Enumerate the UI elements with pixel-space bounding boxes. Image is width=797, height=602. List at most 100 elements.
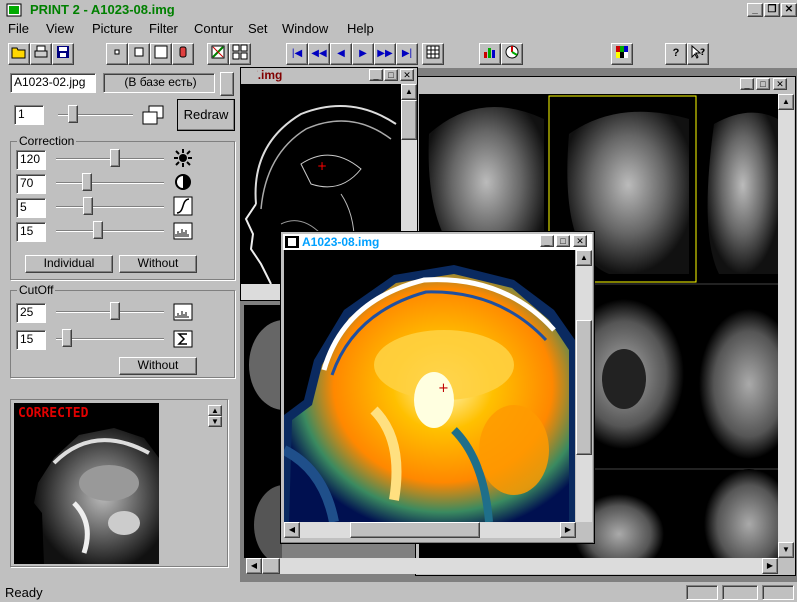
frame-medium-icon[interactable] (128, 43, 150, 65)
grid-hscroll[interactable] (246, 558, 778, 574)
contrast-slider-thumb[interactable] (82, 173, 93, 191)
back-button[interactable]: ◀ (330, 43, 352, 65)
frame-slider-thumb[interactable] (68, 105, 78, 123)
svg-text:+: + (317, 159, 327, 173)
left-thumbnail-strip (244, 305, 282, 558)
correction-without-button[interactable]: Without (119, 255, 197, 273)
restore-button[interactable]: ❐ (764, 3, 780, 17)
svg-text:+: + (438, 381, 449, 396)
window-title: PRINT 2 - A1023-08.img (30, 2, 175, 17)
film-icon (285, 236, 299, 251)
back-window-maximize[interactable]: □ (384, 69, 398, 81)
panel-scroll-handle[interactable] (220, 72, 234, 96)
grid-window-minimize[interactable]: _ (740, 78, 754, 90)
cutoff-without-button[interactable]: Without (119, 357, 197, 375)
gamma-curve-icon (173, 196, 193, 219)
sharpness-slider-thumb[interactable] (93, 221, 104, 239)
redraw-button[interactable]: Redraw (177, 99, 235, 131)
front-hscroll-left[interactable]: ◀ (284, 522, 300, 538)
menu-view[interactable]: View (46, 21, 74, 36)
title-bar: PRINT 2 - A1023-08.img _ ❐ ✕ (0, 0, 797, 20)
cutoff-low-slider-thumb[interactable] (109, 302, 120, 320)
back-vscroll-up[interactable]: ▲ (401, 84, 417, 100)
back-vscroll-thumb[interactable] (401, 100, 417, 140)
hand-tool-icon[interactable] (172, 43, 194, 65)
brightness-icon (173, 148, 193, 171)
grid-hscroll-left[interactable]: ◀ (246, 558, 262, 574)
front-hscroll-thumb[interactable] (350, 522, 480, 538)
image-name-field[interactable]: A1023-02.jpg (10, 73, 96, 93)
menu-window[interactable]: Window (282, 21, 328, 36)
app-icon[interactable] (6, 3, 22, 17)
histogram-small-icon (173, 222, 193, 243)
brightness-field[interactable]: 120 (16, 150, 46, 170)
context-help-icon[interactable]: ? (687, 43, 709, 65)
correction-label: Correction (17, 134, 77, 148)
grid-hscroll-right[interactable]: ▶ (762, 558, 778, 574)
toolbar: |◀ ◀◀ ◀ ▶ ▶▶ ▶| ? ? (0, 40, 797, 68)
front-window-maximize[interactable]: □ (556, 235, 570, 247)
back-window-close[interactable]: ✕ (400, 69, 414, 81)
cutoff-high-slider-track[interactable] (56, 338, 164, 340)
first-frame-button[interactable]: |◀ (286, 43, 308, 65)
front-hscroll-right[interactable]: ▶ (560, 522, 576, 538)
sigma-icon (173, 330, 193, 351)
menu-help[interactable]: Help (347, 21, 374, 36)
contrast-slider-track[interactable] (56, 182, 164, 184)
grid-window-close[interactable]: ✕ (773, 78, 787, 90)
fast-forward-button[interactable]: ▶▶ (374, 43, 396, 65)
contour-icon[interactable] (207, 43, 229, 65)
individual-button[interactable]: Individual (25, 255, 113, 273)
grid-hscroll-thumb[interactable] (262, 558, 280, 574)
last-frame-button[interactable]: ▶| (396, 43, 418, 65)
gamma-slider-thumb[interactable] (83, 197, 94, 215)
menu-filter[interactable]: Filter (149, 21, 178, 36)
menu-set[interactable]: Set (248, 21, 268, 36)
gamma-slider-track[interactable] (56, 206, 164, 208)
brightness-slider-thumb[interactable] (109, 149, 120, 167)
histogram-icon[interactable] (479, 43, 501, 65)
menu-file[interactable]: File (8, 21, 29, 36)
contrast-field[interactable]: 70 (16, 174, 46, 194)
front-vscroll-thumb[interactable] (576, 320, 592, 455)
grid-vscroll[interactable] (778, 94, 794, 558)
frame-large-icon[interactable] (150, 43, 172, 65)
sharpness-field[interactable]: 15 (16, 222, 46, 242)
grid-window-maximize[interactable]: □ (756, 78, 770, 90)
frame-number-field[interactable]: 1 (14, 105, 44, 125)
menu-contur[interactable]: Contur (194, 21, 233, 36)
save-icon[interactable] (52, 43, 74, 65)
print-icon[interactable] (30, 43, 52, 65)
menu-picture[interactable]: Picture (92, 21, 132, 36)
cutoff-high-slider-thumb[interactable] (61, 329, 72, 347)
back-window-minimize[interactable]: _ (369, 69, 383, 81)
grid-vscroll-down[interactable]: ▼ (778, 542, 794, 558)
front-window-minimize[interactable]: _ (540, 235, 554, 247)
grid-view-icon[interactable] (229, 43, 251, 65)
sharpness-slider-track[interactable] (56, 230, 164, 232)
window-frame-icon (141, 104, 165, 126)
cutoff-high-field[interactable]: 15 (16, 330, 46, 350)
help-button[interactable]: ? (665, 43, 687, 65)
palette-wheel-icon[interactable] (501, 43, 523, 65)
preview-spin-up[interactable]: ▲ (208, 405, 222, 416)
status-pane-1 (686, 585, 718, 600)
cutoff-histogram-icon (173, 303, 193, 324)
gamma-field[interactable]: 5 (16, 198, 46, 218)
open-folder-icon[interactable] (8, 43, 30, 65)
close-button[interactable]: ✕ (781, 3, 797, 17)
table-icon[interactable] (422, 43, 444, 65)
grid-vscroll-up[interactable]: ▲ (778, 94, 794, 110)
minimize-button[interactable]: _ (747, 3, 763, 17)
cutoff-label: CutOff (17, 283, 56, 297)
preview-spin-down[interactable]: ▼ (208, 416, 222, 427)
corrected-preview-image: CORRECTED (14, 403, 159, 564)
cutoff-low-field[interactable]: 25 (16, 303, 46, 323)
forward-button[interactable]: ▶ (352, 43, 374, 65)
fast-back-button[interactable]: ◀◀ (308, 43, 330, 65)
front-window-close[interactable]: ✕ (573, 235, 587, 247)
frame-small-icon[interactable] (106, 43, 128, 65)
status-bar: Ready (0, 583, 797, 602)
color-palette-icon[interactable] (611, 43, 633, 65)
front-vscroll-up[interactable]: ▲ (576, 250, 592, 266)
